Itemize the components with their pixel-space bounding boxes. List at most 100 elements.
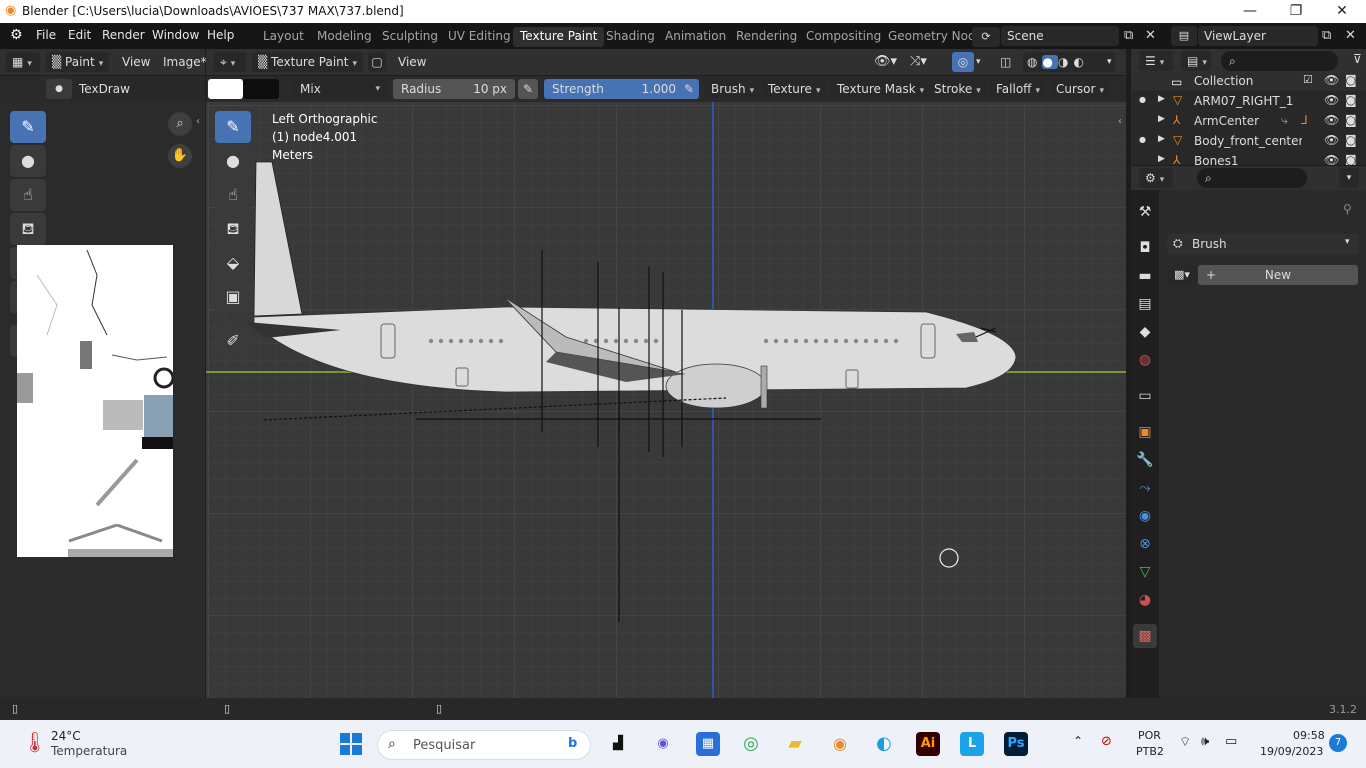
windows-start-icon[interactable] [340,733,364,757]
texture-mask-menu[interactable]: Texture Mask ▾ [831,79,931,99]
outliner-row[interactable]: ● ▶ ▽ ARM07_RIGHT_1 👁 ◙ [1131,93,1366,111]
outliner-row[interactable]: ▭ Collection ☑ 👁 ◙ [1131,73,1366,91]
shading-dropdown-icon[interactable]: ▾ [1107,52,1112,72]
workspace-tab-texture-paint[interactable]: Texture Paint [513,27,605,47]
render-camera-icon[interactable]: ◙ [1345,133,1357,147]
rendered-shading-icon[interactable]: ◐ [1073,55,1088,69]
visibility-eye-icon[interactable]: 👁 [1324,133,1339,147]
secondary-color-swatch[interactable] [243,79,279,99]
strength-pressure-icon[interactable]: ✎ [679,79,699,99]
pan-hand-icon[interactable]: ✋ [168,144,192,168]
tool-tab-icon[interactable]: ⚒ [1133,200,1157,224]
texture-browse-icon[interactable]: ▩▾ [1167,265,1197,285]
brush-name-field[interactable]: TexDraw [73,79,201,99]
world-tab-icon[interactable]: ◍ [1133,348,1157,372]
paint-mask-toggle-icon[interactable]: ▢ [368,52,386,72]
outliner-row[interactable]: ▶ ⅄ Bones1 👁 ◙ [1131,153,1366,165]
expand-arrow-icon[interactable]: ▶ [1158,154,1165,164]
visibility-icon[interactable]: 👁▾ [874,52,897,72]
vp-draw-tool-icon[interactable]: ✎ [215,111,251,143]
outliner-editor-type-icon[interactable]: ☰ ▾ [1139,51,1173,71]
outliner-search-input[interactable]: ⌕ [1221,51,1338,71]
workspace-tab-sculpting[interactable]: Sculpting [375,27,445,47]
solid-shading-icon[interactable]: ● [1042,55,1058,69]
particles-tab-icon[interactable]: ⤳ [1133,476,1157,500]
object-tab-icon[interactable]: ▣ [1133,420,1157,444]
overlays-icon[interactable]: ◎ [952,52,974,72]
brush-color-swatch[interactable] [208,79,243,99]
strength-slider[interactable]: Strength 1.000 [544,79,684,99]
expand-arrow-icon[interactable]: ▶ [1158,114,1165,124]
visibility-eye-icon[interactable]: 👁 [1324,73,1339,87]
checkbox-icon[interactable]: ☑ [1303,73,1313,86]
workspace-tab-uv-editing[interactable]: UV Editing [441,27,518,47]
tray-chevron-icon[interactable]: ⌃ [1073,734,1083,748]
brush-menu[interactable]: Brush ▾ [705,79,761,99]
material-tab-icon[interactable]: ◕ [1133,588,1157,612]
chat-icon[interactable]: ◉ [651,732,675,756]
menu-help[interactable]: Help [207,28,234,42]
minimize-button[interactable]: — [1227,0,1273,23]
image-view-menu[interactable]: View [122,52,150,72]
taskbar-search-box[interactable]: ⌕ Pesquisar b [377,730,591,760]
render-camera-icon[interactable]: ◙ [1345,93,1357,107]
illustrator-icon[interactable]: Ai [916,732,940,756]
visibility-eye-icon[interactable]: 👁 [1324,153,1339,165]
soften-tool-icon[interactable]: ● [10,145,46,177]
panel-collapse-icon[interactable]: ▾ [1345,237,1350,247]
image-menu[interactable]: Image* [163,52,207,72]
texture-image-canvas[interactable] [17,245,173,557]
new-view-layer-icon[interactable]: ⧉ [1322,28,1331,43]
object-mode-dropdown[interactable]: ▒ Texture Paint ▾ [252,52,364,72]
language-code[interactable]: POR [1138,729,1161,742]
clock-time[interactable]: 09:58 [1293,729,1325,742]
workspace-tab-modeling[interactable]: Modeling [310,27,379,47]
texture-tab-icon[interactable]: ▩ [1133,624,1157,648]
new-scene-icon[interactable]: ⧉ [1124,28,1133,43]
outliner-display-mode-icon[interactable]: ▤ ▾ [1181,51,1211,71]
battery-icon[interactable]: ▭ [1225,734,1237,749]
l-app-icon[interactable]: L [960,732,984,756]
close-button[interactable]: ✕ [1319,0,1365,23]
radius-slider[interactable]: Radius 10 px [393,79,515,99]
material-shading-icon[interactable]: ◑ [1058,55,1073,69]
overlays-dropdown-icon[interactable]: ▾ [976,52,981,72]
volume-icon[interactable]: 🕪 [1201,734,1209,749]
view-layer-icon[interactable]: ▤ [1171,26,1197,46]
collection-tab-icon[interactable]: ▭ [1133,384,1157,408]
view-layer-tab-icon[interactable]: ▤ [1133,292,1157,316]
visibility-eye-icon[interactable]: 👁 [1324,93,1339,107]
blend-mode-dropdown[interactable]: Mix ▾ [294,79,386,99]
outliner-filter-icon[interactable]: ⊽ [1353,52,1362,66]
draw-tool-icon[interactable]: ✎ [10,111,46,143]
modifier-tab-icon[interactable]: 🔧 [1133,448,1157,472]
workspace-tab-rendering[interactable]: Rendering [729,27,804,47]
photoshop-icon[interactable]: Ps [1004,732,1028,756]
properties-options-icon[interactable]: ▾ [1339,168,1359,188]
stroke-menu[interactable]: Stroke ▾ [928,79,987,99]
visibility-eye-icon[interactable]: 👁 [1324,113,1339,127]
menu-edit[interactable]: Edit [68,28,91,42]
remove-view-layer-icon[interactable]: ✕ [1345,28,1356,43]
tray-notification-icon[interactable]: ⊘ [1101,734,1112,749]
file-explorer-icon[interactable]: ▰ [783,732,807,756]
collapse-arrow-icon[interactable]: ‹ [196,116,200,127]
remove-scene-icon[interactable]: ✕ [1145,28,1156,43]
vp-clone-tool-icon[interactable]: ⛾ [215,213,251,245]
workspace-tab-geometry-nodes[interactable]: Geometry Nod [881,27,983,47]
bing-icon[interactable]: b [568,736,577,751]
xray-toggle-icon[interactable]: ◫ [1000,52,1011,72]
zoom-icon[interactable]: ⌕ [168,112,192,136]
store-icon[interactable]: ▦ [696,732,720,756]
blender-taskbar-icon[interactable]: ◉ [828,732,852,756]
render-camera-icon[interactable]: ◙ [1345,73,1357,87]
scene-selector-icon[interactable]: ⟳ [972,27,1000,47]
smear-tool-icon[interactable]: ☝ [10,179,46,211]
workspace-tab-animation[interactable]: Animation [658,27,733,47]
new-texture-button[interactable]: + New [1198,265,1358,285]
clone-tool-icon[interactable]: ⛾ [10,213,46,245]
maximize-button[interactable]: ❐ [1273,0,1319,23]
image-mode-dropdown[interactable]: ▒ Paint ▾ [46,52,110,72]
render-tab-icon[interactable]: ◘ [1133,236,1157,260]
vp-fill-tool-icon[interactable]: ⬙ [215,247,251,279]
